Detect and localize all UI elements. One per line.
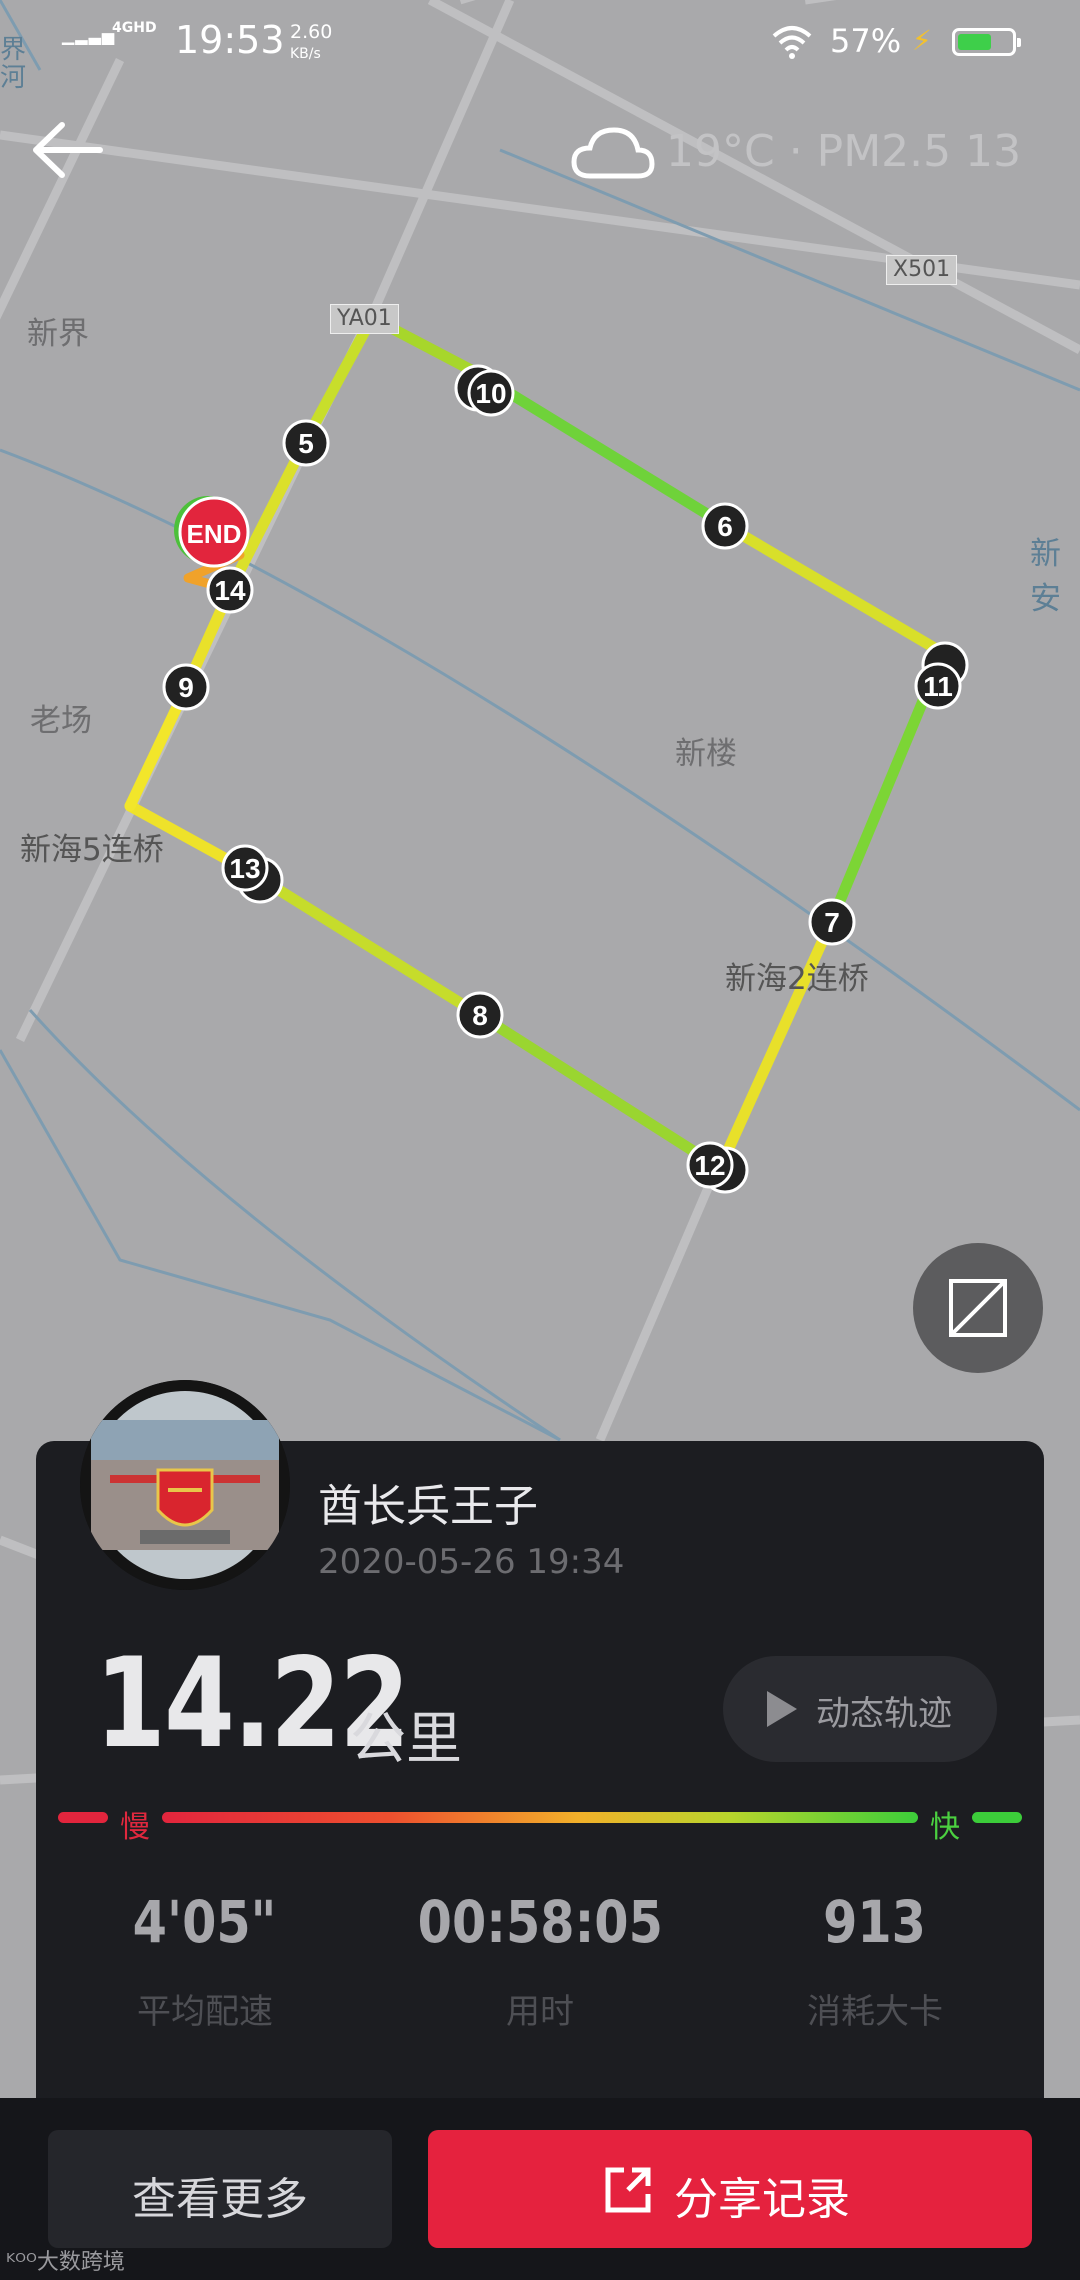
view-more-button[interactable]: 查看更多 xyxy=(48,2130,392,2248)
replay-track-label: 动态轨迹 xyxy=(816,1694,952,1734)
marker-5: 5 xyxy=(282,419,330,467)
map-label-xinan: 新安 xyxy=(1030,536,1061,617)
stat-label: 消耗大卡 xyxy=(807,1992,943,2032)
stat-duration: 00:58:05 用时 xyxy=(390,1888,690,2033)
pace-slow-label: 慢 xyxy=(120,1810,150,1845)
svg-text:12: 12 xyxy=(694,1150,725,1181)
pace-gradient-bar xyxy=(162,1812,918,1823)
cloud-icon xyxy=(571,127,655,179)
view-more-label: 查看更多 xyxy=(132,2174,308,2225)
battery-icon xyxy=(952,28,1021,56)
svg-text:5: 5 xyxy=(298,428,314,459)
clock: 19:53 xyxy=(175,18,285,62)
map-label-laochang: 老场 xyxy=(30,703,92,739)
pace-fast-label: 快 xyxy=(930,1810,960,1845)
share-record-button[interactable]: 分享记录 xyxy=(428,2130,1032,2248)
signal-icon: ▁▂▃▅ xyxy=(62,26,116,45)
marker-7: 7 xyxy=(808,898,856,946)
map-label-xinhai2: 新海2连桥 xyxy=(725,961,869,997)
expand-icon xyxy=(949,1279,1007,1337)
marker-12: 12 xyxy=(686,1141,734,1189)
svg-text:END: END xyxy=(187,519,242,549)
marker-14: 14 xyxy=(206,566,254,614)
svg-text:14: 14 xyxy=(214,575,246,606)
charging-icon: ⚡ xyxy=(912,24,932,57)
distance-unit: 公里 xyxy=(350,1707,462,1772)
marker-10: 10 xyxy=(467,369,515,417)
svg-text:11: 11 xyxy=(923,671,953,702)
map-label-xinjie: 新界 xyxy=(27,316,89,352)
network-speed: 2.60 KB/s xyxy=(290,21,333,62)
fullscreen-toggle-button[interactable] xyxy=(913,1243,1043,1373)
watermark: ᴷᴼᴼ大数跨境 xyxy=(6,2250,125,2275)
map-label-xinlou: 新楼 xyxy=(675,736,737,772)
watermark-logo-icon: ᴷᴼᴼ xyxy=(6,2250,37,2275)
stat-value: 4'05" xyxy=(133,1888,277,1956)
marker-6: 6 xyxy=(701,502,749,550)
marker-8: 8 xyxy=(456,991,504,1039)
weather-info: 19°C · PM2.5 13 xyxy=(570,118,1060,188)
share-record-label: 分享记录 xyxy=(674,2174,850,2225)
svg-text:7: 7 xyxy=(824,907,840,938)
marker-9: 9 xyxy=(162,663,210,711)
share-icon xyxy=(605,2167,651,2213)
avatar[interactable] xyxy=(80,1380,290,1590)
stat-label: 平均配速 xyxy=(137,1992,273,2032)
replay-track-button[interactable]: 动态轨迹 xyxy=(723,1656,997,1762)
svg-text:13: 13 xyxy=(229,853,260,884)
svg-text:6: 6 xyxy=(717,511,733,542)
slow-dash xyxy=(58,1812,108,1823)
svg-text:8: 8 xyxy=(472,1000,488,1031)
road-tag-x501: X501 xyxy=(886,255,958,285)
road-tag-ya01: YA01 xyxy=(330,304,399,334)
stat-avg-pace: 4'05" 平均配速 xyxy=(55,1888,355,2033)
battery-percent: 57% xyxy=(830,22,902,60)
status-bar: ▁▂▃▅ 4GHD 19:53 2.60 KB/s 57% ⚡ xyxy=(0,0,1080,90)
svg-text:9: 9 xyxy=(178,672,194,703)
fast-dash xyxy=(972,1812,1022,1823)
wifi-icon xyxy=(772,26,812,59)
username: 酋长兵王子 xyxy=(318,1481,538,1532)
play-icon xyxy=(767,1691,797,1727)
back-arrow-icon[interactable] xyxy=(28,115,108,185)
map-label-xinhai5: 新海5连桥 xyxy=(20,832,164,868)
record-datetime: 2020-05-26 19:34 xyxy=(318,1542,625,1582)
marker-11: 11 xyxy=(914,662,962,710)
stat-value: 913 xyxy=(823,1888,927,1956)
network-indicator: ▁▂▃▅ 4GHD xyxy=(62,20,157,45)
svg-text:10: 10 xyxy=(475,378,506,409)
marker-13: 13 xyxy=(221,844,269,892)
weather-text: 19°C · PM2.5 13 xyxy=(666,126,1022,177)
stat-label: 用时 xyxy=(506,1992,574,2032)
stat-value: 00:58:05 xyxy=(417,1888,663,1956)
stat-calories: 913 消耗大卡 xyxy=(725,1888,1025,2033)
